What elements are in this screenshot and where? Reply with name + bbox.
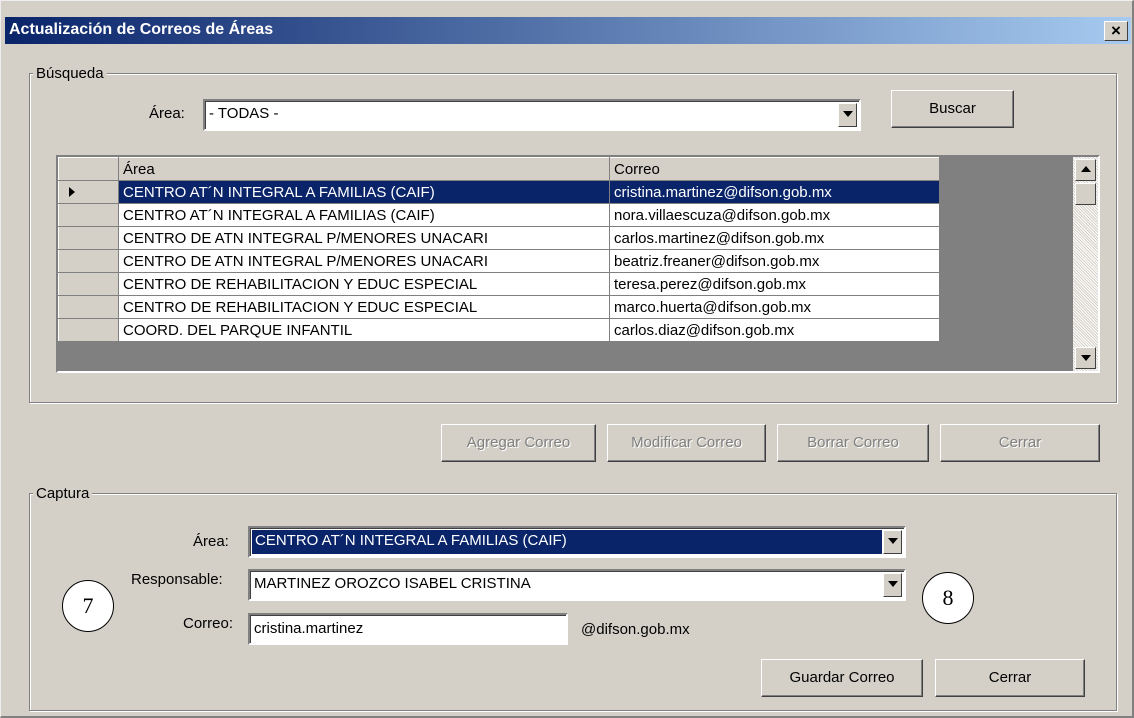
row-indicator bbox=[58, 249, 119, 273]
chevron-down-icon[interactable] bbox=[838, 103, 857, 127]
table-row[interactable]: CENTRO DE ATN INTEGRAL P/MENORES UNACARI… bbox=[58, 226, 940, 250]
cell-correo[interactable]: nora.villaescuza@difson.gob.mx bbox=[609, 203, 940, 227]
borrar-correo-button[interactable]: Borrar Correo bbox=[777, 424, 929, 462]
row-indicator bbox=[58, 180, 119, 204]
row-indicator bbox=[58, 203, 119, 227]
close-button[interactable]: × bbox=[1104, 21, 1128, 41]
cell-correo[interactable]: beatriz.freaner@difson.gob.mx bbox=[609, 249, 940, 273]
busqueda-area-value: - TODAS - bbox=[209, 105, 279, 122]
cell-correo[interactable]: teresa.perez@difson.gob.mx bbox=[609, 272, 940, 296]
cell-correo[interactable]: cristina.martinez@difson.gob.mx bbox=[609, 180, 940, 204]
buscar-button[interactable]: Buscar bbox=[891, 90, 1014, 128]
cell-area[interactable]: COORD. DEL PARQUE INFANTIL bbox=[118, 318, 610, 342]
title-bar: Actualización de Correos de Áreas bbox=[5, 17, 1131, 44]
correos-grid[interactable]: Área Correo CENTRO AT´N INTEGRAL A FAMIL… bbox=[56, 155, 1100, 373]
table-row[interactable]: CENTRO DE REHABILITACION Y EDUC ESPECIAL… bbox=[58, 295, 940, 319]
table-row[interactable]: CENTRO DE ATN INTEGRAL P/MENORES UNACARI… bbox=[58, 249, 940, 273]
table-row[interactable]: CENTRO DE REHABILITACION Y EDUC ESPECIAL… bbox=[58, 272, 940, 296]
domain-suffix: @difson.gob.mx bbox=[581, 621, 690, 638]
busqueda-area-label: Área: bbox=[149, 105, 185, 122]
cell-area[interactable]: CENTRO DE REHABILITACION Y EDUC ESPECIAL bbox=[118, 272, 610, 296]
responsable-select[interactable]: MARTINEZ OROZCO ISABEL CRISTINA bbox=[248, 569, 906, 601]
current-row-arrow-icon bbox=[69, 186, 75, 197]
cell-area[interactable]: CENTRO AT´N INTEGRAL A FAMILIAS (CAIF) bbox=[118, 180, 610, 204]
cell-area[interactable]: CENTRO DE ATN INTEGRAL P/MENORES UNACARI bbox=[118, 249, 610, 273]
captura-area-value: CENTRO AT´N INTEGRAL A FAMILIAS (CAIF) bbox=[252, 530, 882, 554]
cell-correo[interactable]: carlos.diaz@difson.gob.mx bbox=[609, 318, 940, 342]
responsable-value: MARTINEZ OROZCO ISABEL CRISTINA bbox=[254, 575, 531, 592]
column-header-area[interactable]: Área bbox=[118, 157, 610, 181]
guardar-correo-button[interactable]: Guardar Correo bbox=[761, 659, 923, 697]
scroll-up-icon[interactable] bbox=[1075, 159, 1096, 181]
callout-8: 8 bbox=[922, 572, 974, 624]
cell-area[interactable]: CENTRO DE REHABILITACION Y EDUC ESPECIAL bbox=[118, 295, 610, 319]
responsable-label: Responsable: bbox=[131, 571, 223, 588]
busqueda-group-label: Búsqueda bbox=[33, 65, 107, 82]
captura-area-select[interactable]: CENTRO AT´N INTEGRAL A FAMILIAS (CAIF) bbox=[248, 526, 906, 558]
correo-label: Correo: bbox=[183, 615, 234, 632]
header-indicator-cell bbox=[58, 157, 119, 181]
column-header-correo[interactable]: Correo bbox=[609, 157, 940, 181]
captura-group-label: Captura bbox=[33, 485, 93, 502]
cerrar-busqueda-button[interactable]: Cerrar bbox=[940, 424, 1100, 462]
cell-correo[interactable]: marco.huerta@difson.gob.mx bbox=[609, 295, 940, 319]
scroll-thumb[interactable] bbox=[1075, 183, 1096, 205]
cell-area[interactable]: CENTRO AT´N INTEGRAL A FAMILIAS (CAIF) bbox=[118, 203, 610, 227]
agregar-correo-button[interactable]: Agregar Correo bbox=[441, 424, 596, 462]
modificar-correo-button[interactable]: Modificar Correo bbox=[607, 424, 766, 462]
callout-7: 7 bbox=[62, 580, 114, 632]
chevron-down-icon[interactable] bbox=[883, 573, 902, 597]
correo-input[interactable]: cristina.martinez bbox=[248, 613, 568, 645]
captura-area-label: Área: bbox=[193, 533, 229, 550]
row-indicator bbox=[58, 295, 119, 319]
table-row[interactable]: COORD. DEL PARQUE INFANTIL carlos.diaz@d… bbox=[58, 318, 940, 342]
table-row[interactable]: CENTRO AT´N INTEGRAL A FAMILIAS (CAIF) n… bbox=[58, 203, 940, 227]
chevron-down-icon[interactable] bbox=[883, 530, 902, 554]
row-indicator bbox=[58, 318, 119, 342]
cell-area[interactable]: CENTRO DE ATN INTEGRAL P/MENORES UNACARI bbox=[118, 226, 610, 250]
table-header-row: Área Correo bbox=[58, 157, 940, 181]
row-indicator bbox=[58, 272, 119, 296]
window-title: Actualización de Correos de Áreas bbox=[9, 21, 274, 38]
busqueda-area-select[interactable]: - TODAS - bbox=[203, 99, 861, 131]
row-indicator bbox=[58, 226, 119, 250]
scroll-down-icon[interactable] bbox=[1075, 347, 1096, 369]
table-row[interactable]: CENTRO AT´N INTEGRAL A FAMILIAS (CAIF) c… bbox=[58, 180, 940, 204]
correos-table: Área Correo CENTRO AT´N INTEGRAL A FAMIL… bbox=[58, 157, 940, 342]
cell-correo[interactable]: carlos.martinez@difson.gob.mx bbox=[609, 226, 940, 250]
cerrar-captura-button[interactable]: Cerrar bbox=[935, 659, 1085, 697]
grid-vertical-scrollbar[interactable] bbox=[1073, 157, 1098, 371]
